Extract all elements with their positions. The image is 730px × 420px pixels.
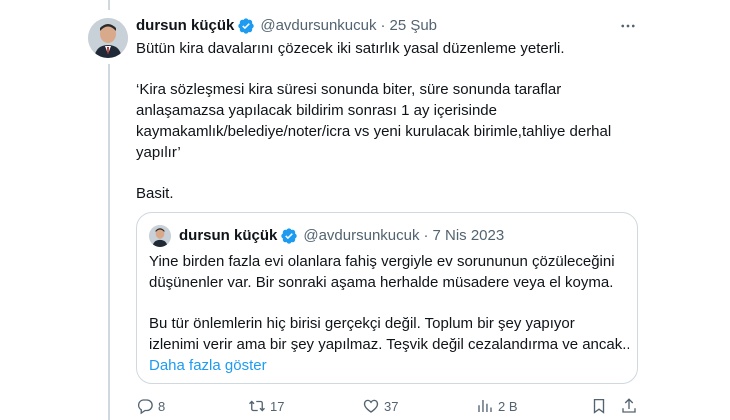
tweet-line: ‘Kira sözleşmesi kira süresi sonunda bit… <box>136 81 562 98</box>
views-button[interactable]: 2 B <box>476 397 518 415</box>
like-button[interactable]: 37 <box>362 397 398 415</box>
quoted-line: izlenimi verir ama bir şey yapılmaz. Teş… <box>149 336 629 353</box>
retweet-count: 17 <box>270 398 285 414</box>
reply-icon <box>137 399 153 415</box>
tweet-actions: 8 17 37 2 B <box>130 394 640 418</box>
like-count: 37 <box>384 398 399 414</box>
quoted-tweet-header: dursun küçük @avdursunkucuk · 7 Nis 2023 <box>149 225 504 247</box>
tweet-line: Basit. <box>136 185 174 202</box>
separator-dot: · <box>380 17 386 34</box>
show-more-link[interactable]: Daha fazla göster <box>149 357 267 374</box>
quoted-author-avatar <box>149 225 171 247</box>
retweet-button[interactable]: 17 <box>248 397 284 415</box>
separator-dot: · <box>423 227 429 244</box>
verified-badge-icon <box>237 17 255 35</box>
tweet-line: yapılır’ <box>136 144 181 161</box>
quoted-author-handle: @avdursunkucuk <box>303 227 420 244</box>
thread-line <box>108 64 110 420</box>
author-avatar[interactable] <box>88 18 128 58</box>
thread-line-top <box>108 0 110 10</box>
tweet-line: kaymakamlık/belediye/noter/icra vs yeni … <box>136 123 612 140</box>
share-icon <box>622 398 636 413</box>
tweet-header: dursun küçük @avdursunkucuk · 25 Şub <box>136 16 437 36</box>
reply-count: 8 <box>158 398 166 414</box>
bookmark-button[interactable] <box>590 397 612 415</box>
share-button[interactable] <box>620 397 642 415</box>
tweet-line: Bütün kira davalarını çözecek iki satırl… <box>136 40 565 57</box>
quoted-tweet[interactable]: dursun küçük @avdursunkucuk · 7 Nis 2023… <box>136 212 638 384</box>
quoted-author-name: dursun küçük <box>179 227 278 244</box>
quoted-line: Bu tür önlemlerin hiç birisi gerçekçi de… <box>149 315 575 332</box>
bookmark-icon <box>593 398 605 414</box>
retweet-icon <box>249 400 265 412</box>
author-handle[interactable]: @avdursunkucuk <box>260 16 376 36</box>
more-icon[interactable] <box>618 16 638 36</box>
tweet-line: anlaşamazsa yapılacak bildirim sonrası 1… <box>136 102 497 119</box>
views-count: 2 B <box>498 398 518 414</box>
quoted-line: düşünenler var. Bir sonraki aşama herhal… <box>149 274 614 291</box>
author-name[interactable]: dursun küçük <box>136 16 234 36</box>
tweet-date[interactable]: 25 Şub <box>389 16 437 36</box>
reply-button[interactable]: 8 <box>136 397 165 415</box>
like-icon <box>363 399 379 413</box>
verified-badge-icon <box>280 227 298 245</box>
quoted-tweet-text: Yine birden fazla evi olanlara fahiş ver… <box>149 251 629 376</box>
quoted-line: Yine birden fazla evi olanlara fahiş ver… <box>149 253 615 270</box>
views-icon <box>478 400 492 412</box>
quoted-tweet-date: 7 Nis 2023 <box>432 227 505 244</box>
tweet-text: Bütün kira davalarını çözecek iki satırl… <box>136 38 636 204</box>
